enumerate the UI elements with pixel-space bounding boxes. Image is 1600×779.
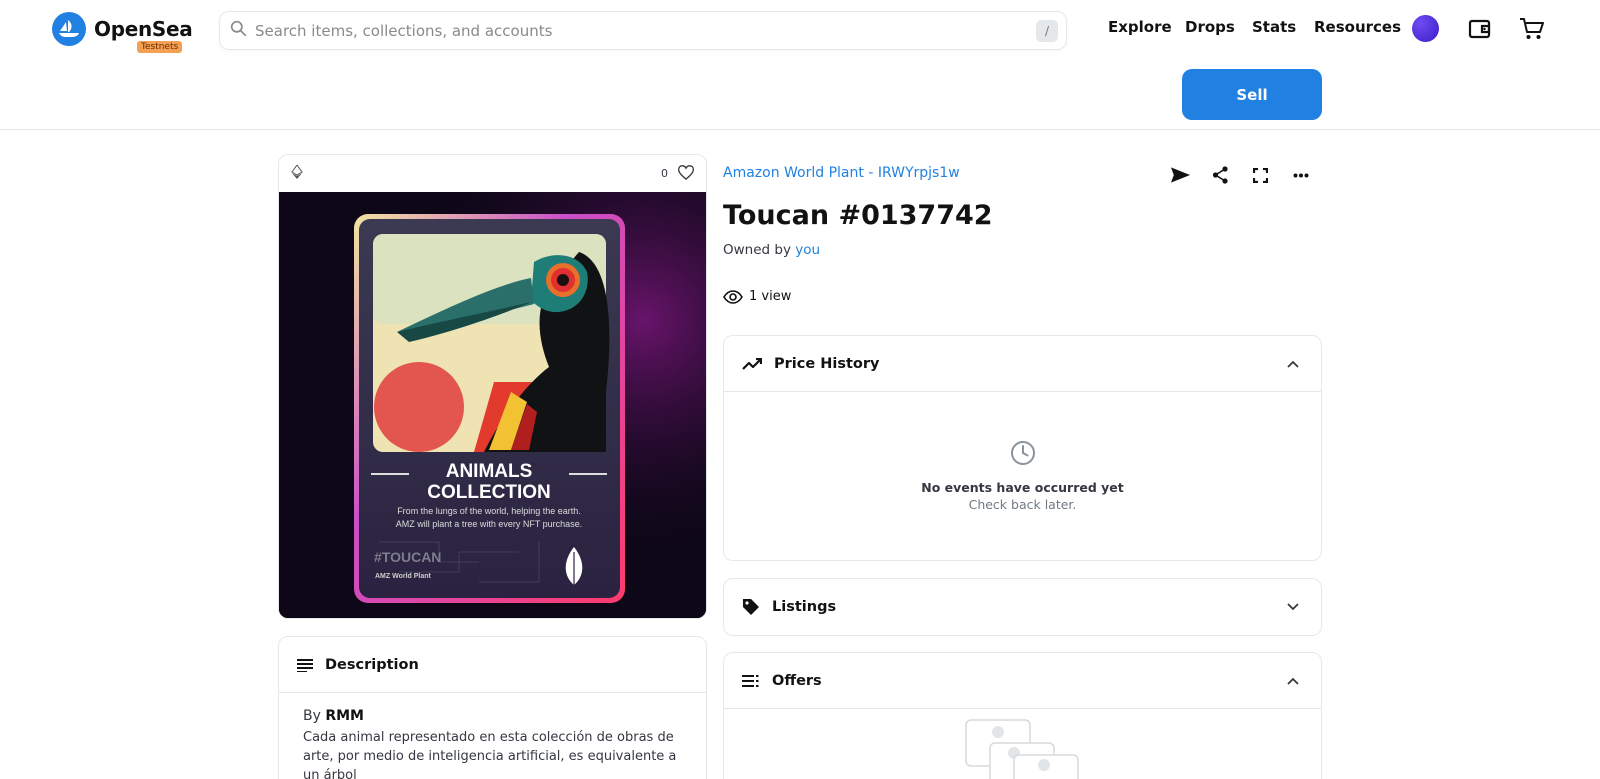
- sell-button[interactable]: Sell: [1182, 69, 1322, 120]
- price-history-title: Price History: [774, 355, 880, 372]
- testnets-badge: Testnets: [137, 41, 183, 53]
- cart-icon[interactable]: [1519, 16, 1545, 42]
- search-icon: [230, 20, 247, 41]
- card-brand: AMZ World Plant: [375, 573, 432, 580]
- offers-header[interactable]: Offers: [724, 653, 1321, 709]
- offers-panel: Offers: [723, 652, 1322, 779]
- heart-icon[interactable]: [677, 164, 695, 183]
- offers-title: Offers: [772, 672, 822, 689]
- nft-media-card: 0 ANIMALS COLLECTION From the lungs of t…: [278, 154, 707, 619]
- search-input[interactable]: [255, 21, 1036, 40]
- trending-line-icon: [742, 357, 762, 370]
- toucan-card-art: ANIMALS COLLECTION From the lungs of the…: [279, 192, 706, 618]
- top-header: OpenSea Testnets / Explore Drops Stats R…: [0, 0, 1600, 130]
- more-options-icon[interactable]: [1289, 163, 1313, 187]
- empty-subtitle: Check back later.: [968, 497, 1077, 512]
- listings-panel: Listings: [723, 578, 1322, 636]
- text-lines-icon: [297, 658, 313, 672]
- card-tagline-line2: AMZ will plant a tree with every NFT pur…: [396, 519, 582, 529]
- nav-stats[interactable]: Stats: [1252, 18, 1296, 36]
- card-heading-line2: COLLECTION: [427, 482, 551, 503]
- owned-by: Owned by you: [723, 242, 820, 258]
- search-shortcut-badge: /: [1036, 19, 1058, 42]
- description-panel: Description By RMM Cada animal represent…: [278, 636, 707, 779]
- offers-empty-state: [724, 709, 1321, 779]
- like-count: 0: [661, 167, 668, 180]
- list-icon: [742, 674, 760, 687]
- share-icon[interactable]: [1208, 163, 1232, 187]
- chevron-up-icon[interactable]: [1287, 356, 1299, 372]
- nav-explore[interactable]: Explore: [1108, 18, 1172, 36]
- brand-name: OpenSea: [94, 17, 193, 41]
- by-label: By: [303, 708, 321, 724]
- description-title: Description: [325, 656, 419, 673]
- eye-icon: [723, 289, 743, 304]
- empty-title: No events have occurred yet: [921, 480, 1124, 495]
- listings-header[interactable]: Listings: [724, 579, 1321, 635]
- author-name[interactable]: RMM: [325, 708, 364, 724]
- tag-icon: [742, 598, 760, 616]
- card-heading-line1: ANIMALS: [446, 461, 533, 482]
- nft-image[interactable]: ANIMALS COLLECTION From the lungs of the…: [279, 192, 706, 618]
- card-hashtag: #TOUCAN: [374, 549, 441, 565]
- owned-by-label: Owned by: [723, 242, 791, 258]
- price-history-header[interactable]: Price History: [724, 336, 1321, 392]
- view-count: 1 view: [723, 289, 791, 304]
- chevron-up-icon[interactable]: [1287, 673, 1299, 689]
- nav-drops[interactable]: Drops: [1185, 18, 1235, 36]
- ethereum-icon: [291, 164, 303, 183]
- description-text: Cada animal representado en esta colecci…: [303, 730, 677, 779]
- description-byline: By RMM: [303, 707, 682, 726]
- price-history-panel: Price History No events have occurred ye…: [723, 335, 1322, 561]
- profile-avatar[interactable]: [1412, 15, 1439, 42]
- clock-icon: [1010, 441, 1036, 470]
- card-toolbar: 0: [279, 155, 706, 192]
- collection-link[interactable]: Amazon World Plant - IRWYrpjs1w: [723, 165, 960, 181]
- description-header[interactable]: Description: [279, 637, 706, 693]
- card-tagline-line1: From the lungs of the world, helping the…: [397, 506, 581, 516]
- owner-link[interactable]: you: [795, 242, 820, 258]
- price-history-empty-state: No events have occurred yet Check back l…: [724, 392, 1321, 512]
- listings-title: Listings: [772, 599, 837, 615]
- offers-placeholder-icon: [964, 719, 1081, 779]
- nav-resources[interactable]: Resources: [1314, 18, 1401, 36]
- search-bar[interactable]: /: [219, 11, 1067, 50]
- fullscreen-icon[interactable]: [1248, 163, 1272, 187]
- transfer-icon[interactable]: [1168, 163, 1192, 187]
- wallet-icon[interactable]: [1467, 16, 1493, 42]
- view-count-text: 1 view: [749, 289, 792, 304]
- chevron-down-icon[interactable]: [1287, 599, 1299, 615]
- opensea-boat-icon: [52, 12, 86, 46]
- item-title: Toucan #0137742: [723, 200, 993, 231]
- description-body: By RMM Cada animal representado en esta …: [279, 693, 706, 779]
